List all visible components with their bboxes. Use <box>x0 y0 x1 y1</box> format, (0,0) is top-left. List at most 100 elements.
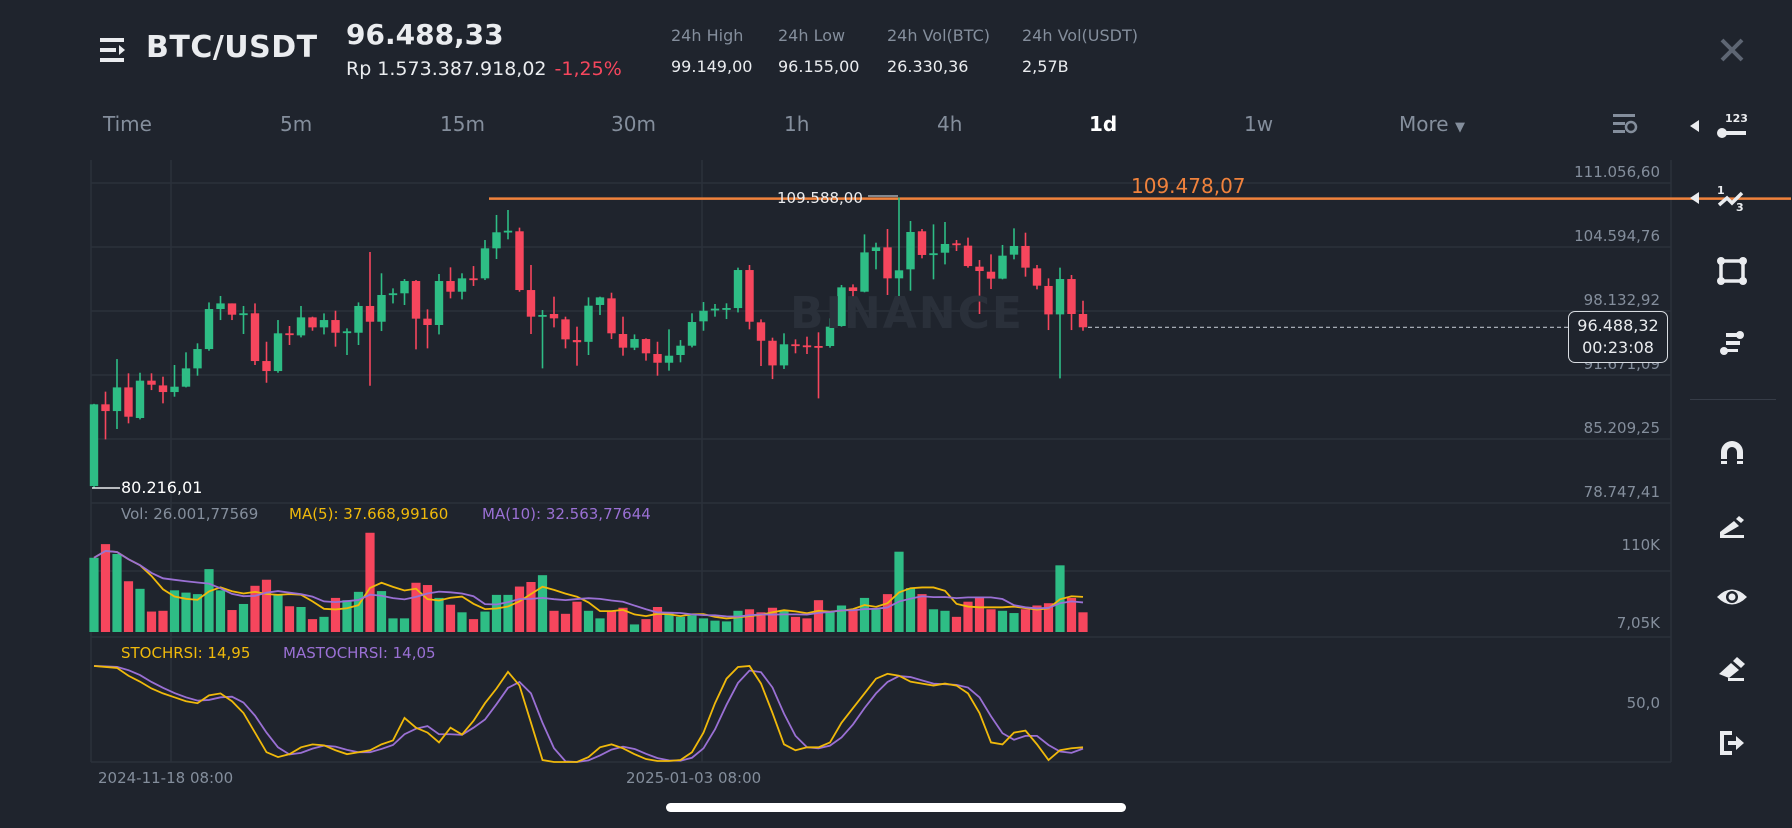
volume-bar <box>1066 597 1077 632</box>
volume-bar <box>641 619 651 632</box>
volume-bar <box>537 575 548 632</box>
eraser-icon[interactable] <box>1712 649 1752 689</box>
candle-body <box>250 313 260 362</box>
candle-body <box>561 319 570 340</box>
candle-body <box>814 345 823 348</box>
svg-text:1: 1 <box>1717 184 1725 197</box>
high-price-label: 109.588,00 <box>777 189 863 207</box>
expand-left-icon[interactable] <box>1690 192 1699 204</box>
position-tool-icon[interactable] <box>1712 323 1752 363</box>
candle-body <box>423 318 432 325</box>
volume-bar <box>560 613 571 632</box>
candle-body <box>802 345 812 348</box>
date-tick: 2024-11-18 08:00 <box>98 769 234 787</box>
candle-body <box>515 231 524 291</box>
volume-bar <box>675 616 686 632</box>
volume-bar <box>514 586 525 632</box>
volume-bar <box>997 610 1008 632</box>
volume-bar <box>951 616 962 632</box>
magnet-icon[interactable] <box>1712 433 1752 473</box>
price-label-tool-icon[interactable]: 123 <box>1712 106 1752 146</box>
candle-body <box>929 253 938 256</box>
candle-body <box>607 298 616 334</box>
candle-body <box>871 247 881 252</box>
candle-body <box>193 349 202 369</box>
low-price-label: 80.216,01 <box>121 478 203 497</box>
candle-body <box>595 297 605 305</box>
candle-body <box>1021 245 1030 268</box>
candle-body <box>756 322 766 341</box>
candle-body <box>676 345 685 356</box>
volume-bar <box>365 532 375 632</box>
draw-pen-icon[interactable] <box>1712 506 1752 546</box>
candle-body <box>400 281 409 294</box>
candle-body <box>906 231 915 270</box>
candle-body <box>998 255 1007 279</box>
volume-bar <box>871 609 881 632</box>
candle-body <box>331 320 340 333</box>
candle-body <box>894 270 904 279</box>
candle-body <box>618 334 628 348</box>
candle-body <box>296 317 306 336</box>
volume-bar <box>1020 609 1031 632</box>
candle-body <box>227 303 237 315</box>
candle-body <box>860 252 869 292</box>
candle-body <box>365 305 375 322</box>
volume-bar <box>802 618 812 632</box>
volume-bar <box>859 597 870 632</box>
candle-body <box>204 309 214 350</box>
candle-body <box>147 380 156 385</box>
ma5-label: MA(5): 37.668,99160 <box>289 505 449 523</box>
volume-bar <box>905 588 916 632</box>
volume-bar <box>1009 613 1019 632</box>
volume-bar <box>698 618 709 632</box>
volume-bar <box>238 603 249 632</box>
candle-body <box>354 305 363 333</box>
volume-bar <box>733 610 743 632</box>
volume-bar <box>445 604 456 632</box>
volume-bar <box>457 612 467 632</box>
svg-text:3: 3 <box>1736 201 1744 213</box>
candle-body <box>1067 279 1076 315</box>
fibonacci-tool-icon[interactable]: 13 <box>1712 178 1752 218</box>
volume-bar <box>468 619 479 632</box>
volume-bar <box>629 624 640 632</box>
candle-body <box>342 331 352 334</box>
volume-bar <box>928 609 939 632</box>
alert-line-label[interactable]: 109.478,07 <box>1131 174 1246 198</box>
candle-body <box>917 231 927 255</box>
volume-bar <box>813 600 824 632</box>
candle-body <box>584 305 593 342</box>
expand-left-icon[interactable] <box>1690 120 1699 132</box>
home-indicator[interactable] <box>666 803 1126 812</box>
volume-bar <box>848 609 858 632</box>
candle-body <box>1032 268 1042 286</box>
volume-bar <box>434 597 444 632</box>
candle-body <box>572 340 582 343</box>
rectangle-tool-icon[interactable] <box>1712 251 1752 291</box>
candle-body <box>503 230 513 233</box>
candle-body <box>434 281 444 325</box>
candle-body <box>112 387 122 412</box>
price-tick: 104.594,76 <box>1574 227 1660 245</box>
toolbar-divider <box>1690 399 1776 400</box>
candle-body <box>630 339 639 348</box>
candle-body <box>216 303 225 310</box>
candle-body <box>273 333 283 372</box>
volume-bar <box>744 609 755 632</box>
volume-bar <box>261 579 272 632</box>
visibility-eye-icon[interactable] <box>1712 577 1752 617</box>
exit-icon[interactable] <box>1712 723 1752 763</box>
price-tick: 111.056,60 <box>1574 163 1660 181</box>
candle-body <box>1009 245 1019 255</box>
candle-body <box>1044 285 1053 315</box>
candle-body <box>664 355 674 363</box>
volume-bar <box>572 601 582 632</box>
mastochrsi-label: MASTOCHRSI: 14,05 <box>283 644 436 662</box>
candle-body <box>526 290 536 317</box>
candle-body <box>641 339 651 354</box>
candle-body <box>388 293 398 296</box>
candle-body <box>181 368 191 387</box>
candle-body <box>710 308 720 311</box>
candle-body <box>170 386 179 393</box>
